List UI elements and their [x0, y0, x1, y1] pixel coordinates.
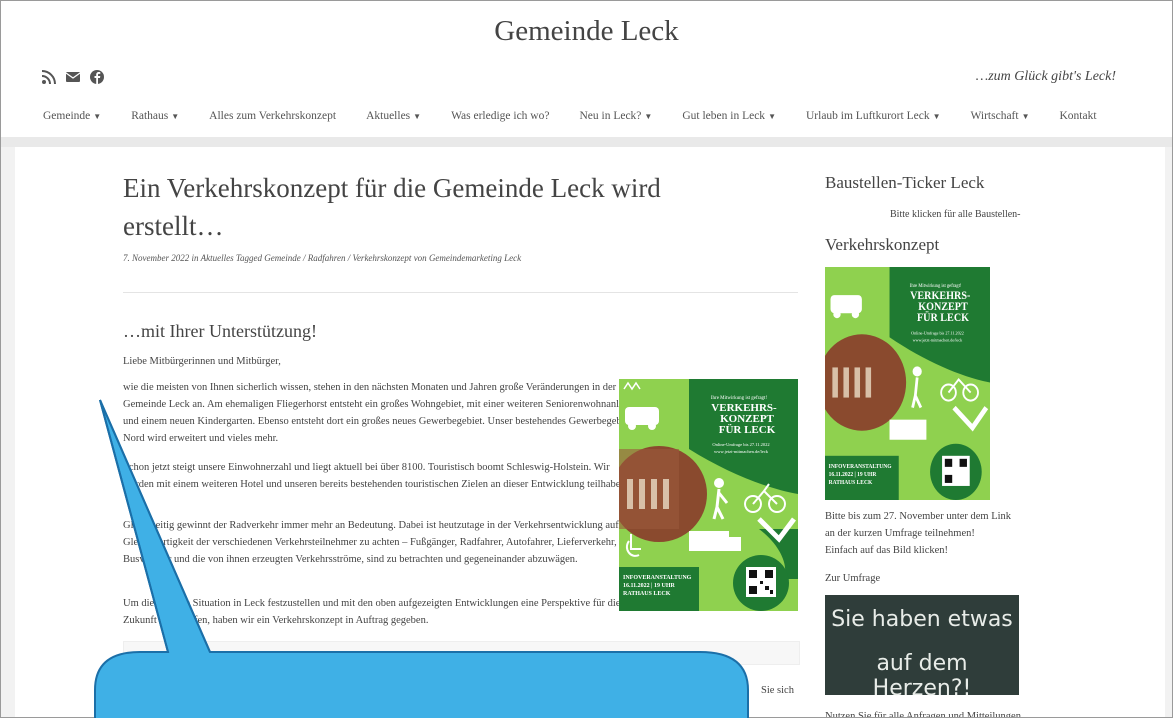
- sidebar-poster-headline3: FÜR LECK: [917, 311, 970, 325]
- nav-item-label: Wirtschaft: [970, 110, 1019, 122]
- nav-item-label: Urlaub im Luftkurort Leck: [805, 110, 930, 122]
- sidebar-poster-online2: www.jetzt-mitmachen.de/leck: [913, 337, 963, 342]
- paragraph-2: Schon jetzt steigt unsere Einwohnerzahl …: [123, 462, 629, 490]
- umfrage-text-3: Einfach auf das Bild klicken!: [825, 545, 949, 556]
- site-title[interactable]: Gemeinde Leck: [1, 15, 1172, 48]
- umfrage-text-1: Bitte bis zum 27. November unter dem Lin…: [825, 511, 1012, 522]
- umfrage-link[interactable]: Zur Umfrage: [825, 570, 880, 587]
- post-date: 7. November 2022: [123, 253, 190, 263]
- poster-event3: RATHAUS LECK: [623, 591, 671, 597]
- sidebar-poster-graphic: Ihre Mitwirkung ist gefragt! VERKEHRS- K…: [825, 267, 990, 500]
- ticker-link[interactable]: Bitte klicken für alle Baustellen-: [890, 206, 1021, 223]
- chalkboard-image[interactable]: Sie haben etwas auf dem Herzen?!: [825, 595, 1019, 701]
- poster-online2: www.jetzt-mitmachen.de/leck: [714, 449, 769, 454]
- sidebar-poster-event3: RATHAUS LECK: [829, 480, 873, 486]
- sidebar-poster-headline1: VERKEHRS-: [910, 291, 971, 302]
- sidebar-footer-text: Nutzen Sie für alle Anfragen und Mitteil…: [825, 711, 1021, 718]
- nav-item-label: Was erledige ich wo?: [451, 110, 550, 122]
- nav-item-label: Kontakt: [1059, 110, 1097, 122]
- meta-tagged-label: Tagged: [235, 253, 263, 263]
- nav-item-label: Rathaus: [131, 110, 169, 122]
- nav-item-aktuelles[interactable]: Aktuelles ▼: [366, 110, 421, 122]
- nav-item-kontakt[interactable]: Kontakt: [1060, 110, 1097, 122]
- social-links: [41, 69, 105, 85]
- sidebar-poster-line1: Ihre Mitwirkung ist gefragt!: [910, 284, 962, 289]
- poster-graphic: Ihre Mitwirkung ist gefragt! VERKEHRS- K…: [619, 379, 798, 611]
- rss-icon[interactable]: [41, 69, 57, 85]
- post-subheading: …mit Ihrer Unterstützung!: [123, 321, 317, 341]
- umfrage-text-2: an der kurzen Umfrage teilnehmen!: [825, 528, 975, 539]
- nav-item-gemeinde[interactable]: Gemeinde ▼: [43, 110, 101, 122]
- main-content: Ein Verkehrskonzept für die Gemeinde Lec…: [15, 147, 1165, 718]
- post-meta: 7. November 2022 in Aktuelles Tagged Gem…: [123, 253, 521, 263]
- sidebar-poster-event2: 16.11.2022 | 19 UHR: [829, 472, 877, 478]
- trailing-text: Sie sich: [761, 685, 794, 696]
- post-author-link[interactable]: Gemeindemarketing Leck: [429, 253, 521, 263]
- poster-headline3: FÜR LECK: [719, 423, 776, 436]
- poster-event2: 16.11.2022 | 19 UHR: [623, 583, 675, 589]
- poster-line1: Ihre Mitwirkung ist gefragt!: [711, 396, 768, 401]
- verkehrskonzept-title: Verkehrskonzept: [825, 235, 940, 254]
- sidebar-poster-online1: Online-Umfrage bis 27.11.2022: [911, 330, 964, 335]
- site-header: Gemeinde Leck …zum Glück gibt's Leck! Ge…: [1, 1, 1172, 137]
- chevron-down-icon: ▼: [1021, 112, 1030, 121]
- paragraph-4: Um die aktuelle Situation in Leck festzu…: [123, 598, 621, 626]
- nav-item-wirtschaft[interactable]: Wirtschaft ▼: [971, 110, 1030, 122]
- nav-item-label: Gemeinde: [43, 110, 91, 122]
- poster-online1: Online-Umfrage bis 27.11.2022: [712, 442, 769, 447]
- browser-page: Gemeinde Leck …zum Glück gibt's Leck! Ge…: [0, 0, 1173, 718]
- poster-event1: INFOVERANSTALTUNG: [623, 575, 692, 581]
- mail-icon[interactable]: [65, 69, 81, 85]
- chalkboard-line1: Sie haben etwas: [831, 607, 1013, 632]
- header-separator: [1, 137, 1172, 147]
- post-title[interactable]: Ein Verkehrskonzept für die Gemeinde Lec…: [123, 169, 733, 245]
- chevron-down-icon: ▼: [932, 112, 941, 121]
- paragraph-3: Gleichzeitig gewinnt der Radverkehr imme…: [123, 520, 635, 565]
- nav-item-label: Aktuelles: [366, 110, 411, 122]
- sidebar-poster-event1: INFOVERANSTALTUNG: [829, 464, 892, 470]
- nav-item-urlaub-im-luftkurort-leck[interactable]: Urlaub im Luftkurort Leck ▼: [806, 110, 941, 122]
- greeting-text: Liebe Mitbürgerinnen und Mitbürger,: [123, 356, 281, 367]
- nav-item-label: Gut leben in Leck: [682, 110, 766, 122]
- post-category-link[interactable]: Aktuelles: [201, 253, 234, 263]
- main-nav: Gemeinde ▼ Rathaus ▼ Alles zum Verkehrskonze…: [43, 110, 1127, 122]
- nav-item-label: Neu in Leck?: [579, 110, 642, 122]
- nav-item-label: Alles zum Verkehrskonzept: [209, 110, 337, 122]
- meta-in-label: in: [191, 253, 199, 263]
- sidebar-poster[interactable]: Ihre Mitwirkung ist gefragt! VERKEHRS- K…: [825, 267, 990, 500]
- nav-item-was-erledige-ich-wo-[interactable]: Was erledige ich wo?: [451, 110, 549, 122]
- chalkboard-line2: auf dem Herzen?!: [872, 651, 972, 701]
- verkehrskonzept-poster[interactable]: Ihre Mitwirkung ist gefragt! VERKEHRS- K…: [619, 379, 798, 611]
- post-tags-links[interactable]: Gemeinde / Radfahren / Verkehrskonzept: [264, 253, 411, 263]
- chevron-down-icon: ▼: [171, 112, 180, 121]
- chevron-down-icon: ▼: [768, 112, 776, 121]
- site-slogan: …zum Glück gibt's Leck!: [975, 69, 1116, 84]
- chevron-down-icon: ▼: [413, 112, 422, 121]
- chevron-down-icon: ▼: [644, 112, 653, 121]
- nav-item-rathaus[interactable]: Rathaus ▼: [131, 110, 179, 122]
- chevron-down-icon: ▼: [93, 112, 102, 121]
- nav-item-neu-in-leck-[interactable]: Neu in Leck? ▼: [579, 110, 652, 122]
- meta-by-label: von: [413, 253, 427, 263]
- ticker-title: Baustellen-Ticker Leck: [825, 173, 985, 192]
- facebook-icon[interactable]: [89, 69, 105, 85]
- nav-item-gut-leben-in-leck[interactable]: Gut leben in Leck ▼: [682, 110, 776, 122]
- nav-item-alles-zum-verkehrskonzept[interactable]: Alles zum Verkehrskonzept: [209, 110, 336, 122]
- sidebar-poster-headline2: KONZEPT: [918, 302, 968, 313]
- paragraph-1: wie die meisten von Ihnen sicherlich wis…: [123, 382, 634, 444]
- post-divider: [123, 292, 798, 293]
- post-embedded-box: [123, 641, 800, 665]
